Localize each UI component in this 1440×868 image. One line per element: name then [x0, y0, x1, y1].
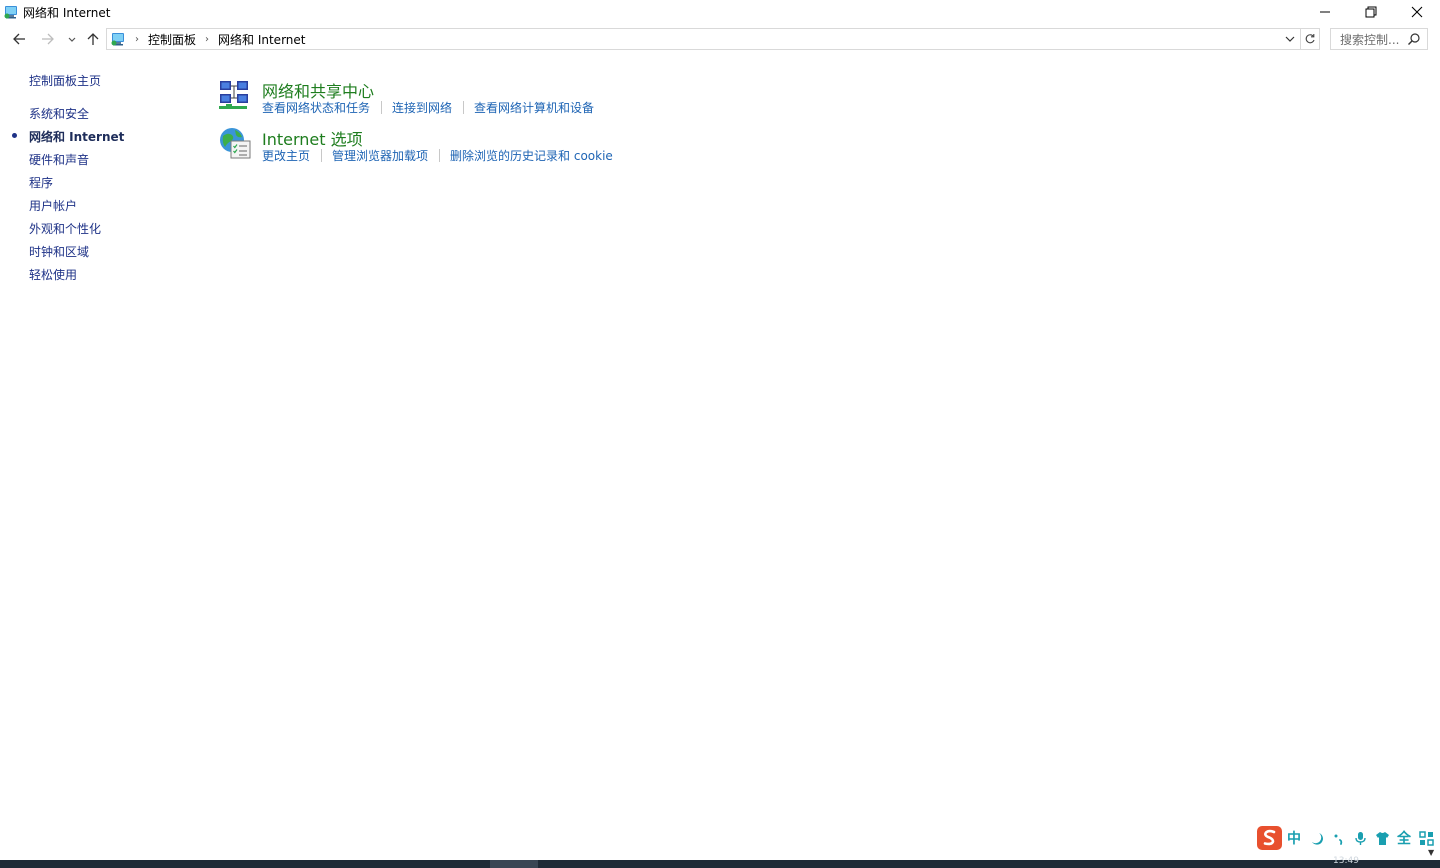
- link-divider: [439, 149, 441, 162]
- nav-item-ease-of-access[interactable]: 轻松使用: [29, 266, 77, 283]
- control-panel-icon: [111, 33, 124, 46]
- nav-item-system-security[interactable]: 系统和安全: [29, 105, 89, 122]
- link-divider: [321, 149, 323, 162]
- window-title: 网络和 Internet: [23, 5, 111, 20]
- nav-item-user-accounts[interactable]: 用户帐户: [29, 197, 77, 214]
- search-input[interactable]: 搜索控制...: [1330, 28, 1428, 50]
- ime-full-width-button[interactable]: 全: [1393, 827, 1415, 849]
- link-manage-addons[interactable]: 管理浏览器加载项: [332, 147, 428, 164]
- recent-locations-button[interactable]: [62, 29, 82, 49]
- grid-menu-icon: [1418, 830, 1434, 846]
- ime-expand-arrow-icon[interactable]: ▼: [1428, 848, 1434, 857]
- nav-item-network-internet[interactable]: 网络和 Internet: [29, 128, 124, 145]
- control-panel-home-link[interactable]: 控制面板主页: [29, 72, 101, 89]
- microphone-icon: [1354, 831, 1366, 845]
- title-bar: 网络和 Internet: [0, 0, 1440, 24]
- ime-moon-button[interactable]: [1305, 827, 1327, 849]
- control-panel-window: 网络和 Internet › 控制面板 › 网络和 Internet 搜索控制.…: [0, 0, 1440, 868]
- link-divider: [381, 101, 383, 114]
- ime-voice-button[interactable]: [1349, 827, 1371, 849]
- up-arrow-icon: [87, 33, 99, 45]
- ime-mode-toggle[interactable]: 中: [1283, 827, 1305, 849]
- refresh-icon: [1305, 34, 1315, 44]
- restore-button[interactable]: [1348, 0, 1394, 24]
- up-button[interactable]: [83, 29, 103, 49]
- window-controls: [1302, 0, 1440, 24]
- back-arrow-icon: [13, 33, 25, 45]
- minimize-icon: [1320, 11, 1330, 13]
- taskbar-clock[interactable]: 13:49: [1333, 856, 1359, 866]
- ime-toolbox-button[interactable]: [1415, 827, 1437, 849]
- link-view-network-computers[interactable]: 查看网络计算机和设备: [474, 99, 594, 116]
- link-divider: [463, 101, 465, 114]
- tshirt-icon: [1375, 831, 1389, 845]
- search-icon: [1408, 33, 1420, 45]
- sogou-logo-icon[interactable]: [1256, 825, 1283, 851]
- breadcrumb-control-panel[interactable]: 控制面板: [148, 31, 196, 48]
- taskbar-active-app[interactable]: [490, 860, 538, 868]
- link-connect-to-network[interactable]: 连接到网络: [392, 99, 452, 116]
- category-links: 查看网络状态和任务 连接到网络 查看网络计算机和设备: [262, 99, 594, 116]
- nav-item-appearance[interactable]: 外观和个性化: [29, 220, 101, 237]
- search-placeholder: 搜索控制...: [1340, 32, 1400, 47]
- link-change-homepage[interactable]: 更改主页: [262, 147, 310, 164]
- close-icon: [1411, 6, 1423, 18]
- breadcrumb-network-internet[interactable]: 网络和 Internet: [218, 31, 305, 48]
- nav-item-clock-region[interactable]: 时钟和区域: [29, 243, 89, 260]
- breadcrumb-separator[interactable]: ›: [131, 34, 143, 45]
- ime-toolbar: 中 全: [1256, 824, 1440, 852]
- nav-item-programs[interactable]: 程序: [29, 174, 53, 191]
- taskbar: 13:49: [0, 856, 1440, 868]
- control-panel-icon: [4, 6, 17, 19]
- back-button[interactable]: [9, 29, 29, 49]
- address-bar[interactable]: › 控制面板 › 网络和 Internet: [106, 28, 1301, 50]
- close-button[interactable]: [1394, 0, 1440, 24]
- chevron-down-icon: [68, 37, 76, 42]
- ime-punctuation-button[interactable]: [1327, 827, 1349, 849]
- link-view-network-status[interactable]: 查看网络状态和任务: [262, 99, 370, 116]
- current-page-bullet: [12, 133, 17, 138]
- refresh-button[interactable]: [1301, 28, 1320, 50]
- forward-arrow-icon: [42, 33, 54, 45]
- breadcrumb-separator[interactable]: ›: [201, 34, 213, 45]
- punctuation-icon: [1334, 834, 1342, 845]
- internet-options-icon[interactable]: [218, 126, 252, 160]
- half-width-moon-icon: [1311, 832, 1323, 845]
- forward-button[interactable]: [38, 29, 58, 49]
- nav-item-hardware-sound[interactable]: 硬件和声音: [29, 151, 89, 168]
- address-dropdown-icon[interactable]: [1284, 33, 1296, 45]
- navigation-bar: › 控制面板 › 网络和 Internet 搜索控制...: [0, 26, 1440, 52]
- category-links: 更改主页 管理浏览器加载项 删除浏览的历史记录和 cookie: [262, 147, 613, 164]
- minimize-button[interactable]: [1302, 0, 1348, 24]
- link-delete-browsing-history[interactable]: 删除浏览的历史记录和 cookie: [450, 147, 613, 164]
- network-sharing-icon[interactable]: [218, 78, 252, 112]
- ime-skin-button[interactable]: [1371, 827, 1393, 849]
- restore-icon: [1365, 6, 1377, 18]
